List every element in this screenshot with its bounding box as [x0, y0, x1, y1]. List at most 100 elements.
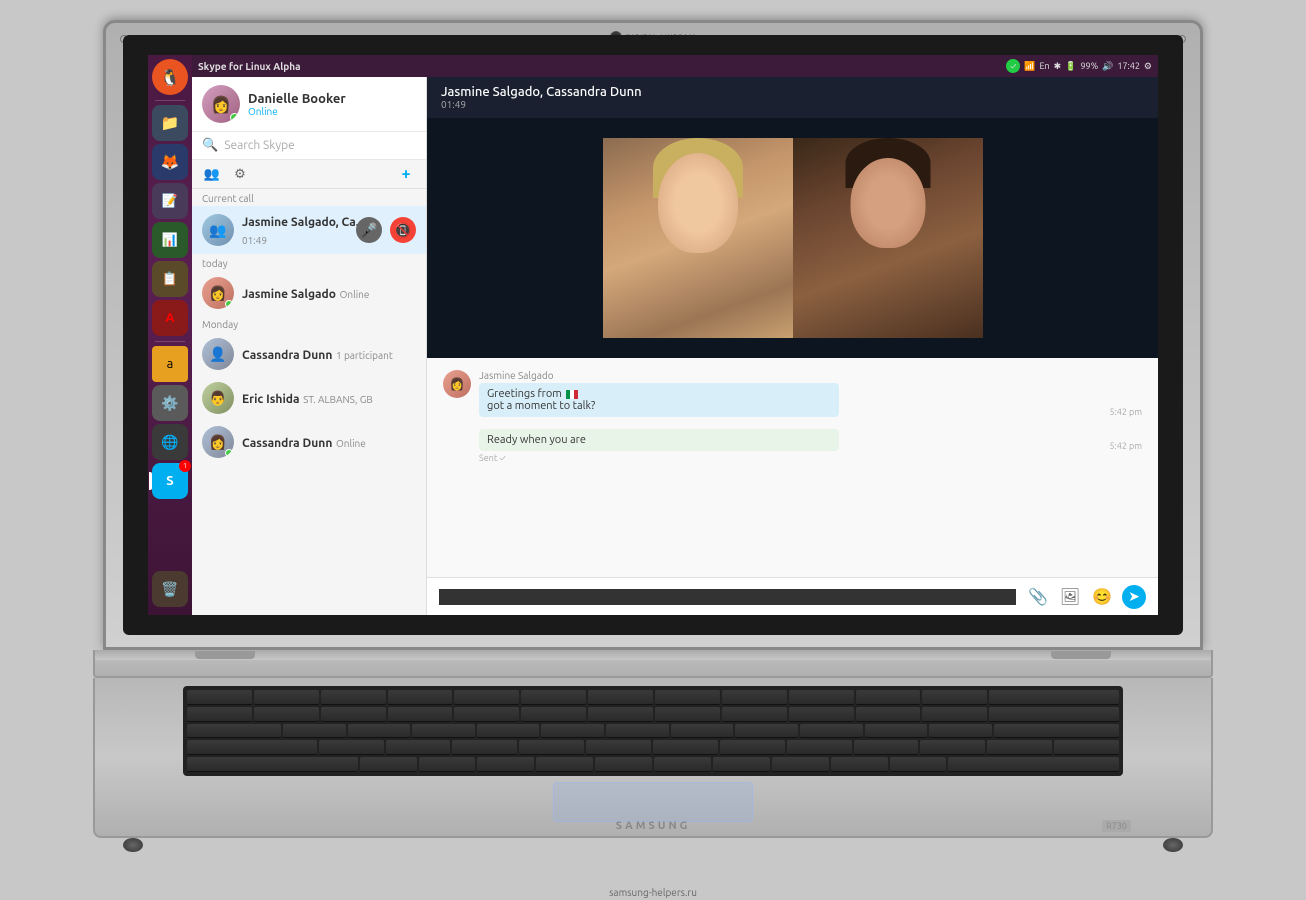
jasmine-conversation[interactable]: 👩 Jasmine Salgado Online: [192, 271, 426, 315]
key-f3[interactable]: [388, 690, 453, 705]
key-d[interactable]: [452, 740, 517, 755]
key-8[interactable]: [722, 707, 787, 722]
user-avatar[interactable]: 👩: [202, 85, 240, 123]
key-f6[interactable]: [588, 690, 653, 705]
key-tilde[interactable]: [187, 707, 252, 722]
spreadsheet-launcher[interactable]: 📊: [152, 222, 188, 258]
add-photo-icon[interactable]: 🖼: [1058, 585, 1082, 609]
hinge-left: [195, 651, 255, 659]
key-tab[interactable]: [187, 724, 281, 739]
ubuntu-logo-icon[interactable]: 🐧: [152, 59, 188, 95]
settings-icon[interactable]: ⚙: [230, 164, 250, 184]
key-comma[interactable]: [772, 757, 829, 772]
key-k[interactable]: [787, 740, 852, 755]
key-f8[interactable]: [722, 690, 787, 705]
key-o[interactable]: [800, 724, 863, 739]
settings-gear-icon[interactable]: ⚙: [1144, 61, 1152, 72]
text-editor-launcher[interactable]: 📝: [152, 183, 188, 219]
key-c[interactable]: [477, 757, 534, 772]
key-a[interactable]: [319, 740, 384, 755]
jasmine-info: Jasmine Salgado Online: [242, 284, 416, 302]
key-7[interactable]: [655, 707, 720, 722]
key-f1[interactable]: [254, 690, 319, 705]
key-r[interactable]: [477, 724, 540, 739]
key-quote[interactable]: [987, 740, 1052, 755]
key-b[interactable]: [595, 757, 652, 772]
key-1[interactable]: [254, 707, 319, 722]
key-e[interactable]: [412, 724, 475, 739]
key-z[interactable]: [360, 757, 417, 772]
documents-launcher[interactable]: 📋: [152, 261, 188, 297]
key-f10[interactable]: [856, 690, 921, 705]
current-call-item[interactable]: 👥 Jasmine Salgado, Ca... 01:49 🎤 📵: [192, 206, 426, 254]
key-i[interactable]: [735, 724, 798, 739]
touchpad[interactable]: [553, 782, 753, 822]
settings-launcher[interactable]: ⚙️: [152, 385, 188, 421]
mute-button[interactable]: 🎤: [356, 217, 382, 243]
key-v[interactable]: [536, 757, 593, 772]
key-bslash[interactable]: [1054, 740, 1119, 755]
key-g[interactable]: [586, 740, 651, 755]
key-bracket-l[interactable]: [929, 724, 992, 739]
key-f7[interactable]: [655, 690, 720, 705]
send-button[interactable]: ➤: [1122, 585, 1146, 609]
key-9[interactable]: [789, 707, 854, 722]
key-2[interactable]: [321, 707, 386, 722]
trash-launcher[interactable]: 🗑️: [152, 571, 188, 607]
key-slash[interactable]: [890, 757, 947, 772]
key-p[interactable]: [865, 724, 928, 739]
key-f2[interactable]: [321, 690, 386, 705]
emoji-icon[interactable]: 😊: [1090, 585, 1114, 609]
key-del[interactable]: [989, 690, 1119, 705]
contacts-icon[interactable]: 👥: [202, 164, 222, 184]
key-m[interactable]: [713, 757, 770, 772]
key-semi[interactable]: [920, 740, 985, 755]
key-4[interactable]: [454, 707, 519, 722]
key-shift-l[interactable]: [187, 757, 358, 772]
cassandra-group-conversation[interactable]: 👤 Cassandra Dunn 1 participant: [192, 332, 426, 376]
search-input[interactable]: Search Skype: [224, 139, 416, 152]
add-contact-button[interactable]: +: [396, 164, 416, 184]
key-w[interactable]: [348, 724, 411, 739]
key-f[interactable]: [519, 740, 584, 755]
key-caps[interactable]: [187, 740, 317, 755]
key-l[interactable]: [854, 740, 919, 755]
chrome-launcher[interactable]: 🌐: [152, 424, 188, 460]
key-shift-r[interactable]: [948, 757, 1119, 772]
key-5[interactable]: [521, 707, 586, 722]
key-enter[interactable]: [994, 724, 1119, 739]
end-call-button[interactable]: 📵: [390, 217, 416, 243]
cassandra-conversation[interactable]: 👩 Cassandra Dunn Online: [192, 420, 426, 464]
key-q[interactable]: [283, 724, 346, 739]
key-h[interactable]: [653, 740, 718, 755]
key-3[interactable]: [388, 707, 453, 722]
message-sender-name: Jasmine Salgado: [479, 370, 1142, 381]
key-period[interactable]: [831, 757, 888, 772]
key-0[interactable]: [856, 707, 921, 722]
hinge-bumpers: [95, 650, 1211, 660]
key-n[interactable]: [654, 757, 711, 772]
key-t[interactable]: [541, 724, 604, 739]
key-y[interactable]: [606, 724, 669, 739]
key-esc[interactable]: [187, 690, 252, 705]
eric-conversation[interactable]: 👨 Eric Ishida ST. ALBANS, GB: [192, 376, 426, 420]
key-j[interactable]: [720, 740, 785, 755]
key-f9[interactable]: [789, 690, 854, 705]
search-bar[interactable]: 🔍 Search Skype: [192, 132, 426, 160]
files-launcher[interactable]: 📁: [152, 105, 188, 141]
key-u[interactable]: [671, 724, 734, 739]
key-f5[interactable]: [521, 690, 586, 705]
key-6[interactable]: [588, 707, 653, 722]
key-minus[interactable]: [922, 707, 987, 722]
amazon-launcher[interactable]: a: [152, 346, 188, 382]
skype-launcher[interactable]: S 1: [152, 463, 188, 499]
key-x[interactable]: [419, 757, 476, 772]
key-f4[interactable]: [454, 690, 519, 705]
app1-launcher[interactable]: A: [152, 300, 188, 336]
call-participants-title: Jasmine Salgado, Cassandra Dunn: [441, 85, 1144, 99]
key-s[interactable]: [386, 740, 451, 755]
key-f11[interactable]: [922, 690, 987, 705]
firefox-launcher[interactable]: 🦊: [152, 144, 188, 180]
key-backspace[interactable]: [989, 707, 1119, 722]
add-files-icon[interactable]: 📎: [1026, 585, 1050, 609]
